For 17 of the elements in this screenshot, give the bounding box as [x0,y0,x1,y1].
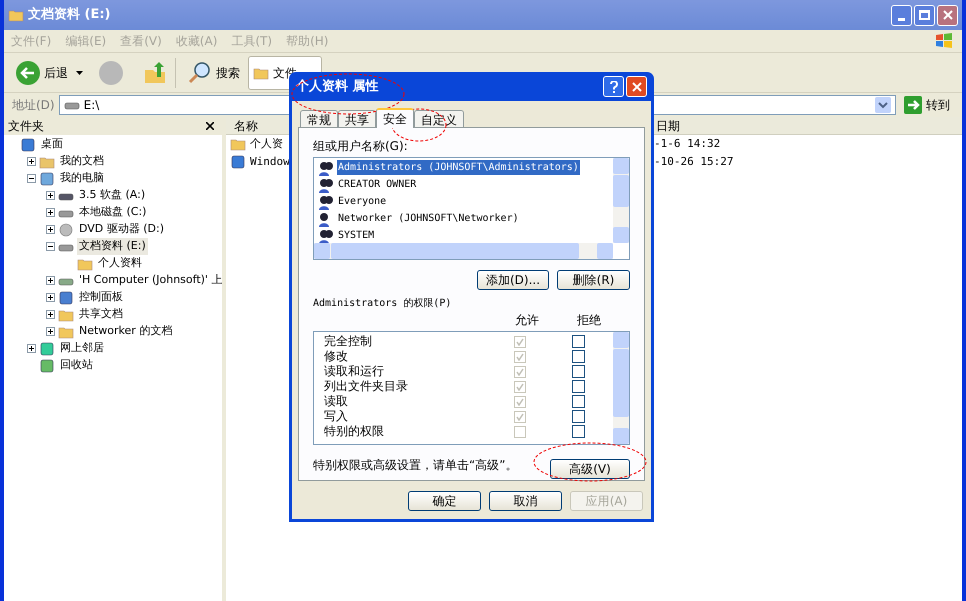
permission-name: 修改 [323,349,349,364]
file-date: -10-26 15:27 [654,154,734,170]
column-header: 允许 [515,312,539,329]
advanced-note: 特别权限或高级设置，请单击“高级”。 [313,457,518,474]
permissions-label: Administrators 的权限(P) [313,296,452,311]
permission-name: 写入 [323,409,349,424]
permission-name: 特别的权限 [323,424,385,439]
permission-name: 完全控制 [323,334,373,349]
file-date: -1-6 14:32 [654,136,720,152]
pane-title: 文件夹 [8,118,44,135]
window-title: 文档资料 (E:) [28,6,110,24]
permission-name: 读取 [323,394,349,409]
address-label: 地址(D) [12,97,55,114]
column-header: 拒绝 [577,312,601,329]
permission-name: 读取和运行 [323,364,385,379]
permission-name: 列出文件夹目录 [323,379,409,394]
users-label: 组或用户名称(G): [313,138,409,155]
